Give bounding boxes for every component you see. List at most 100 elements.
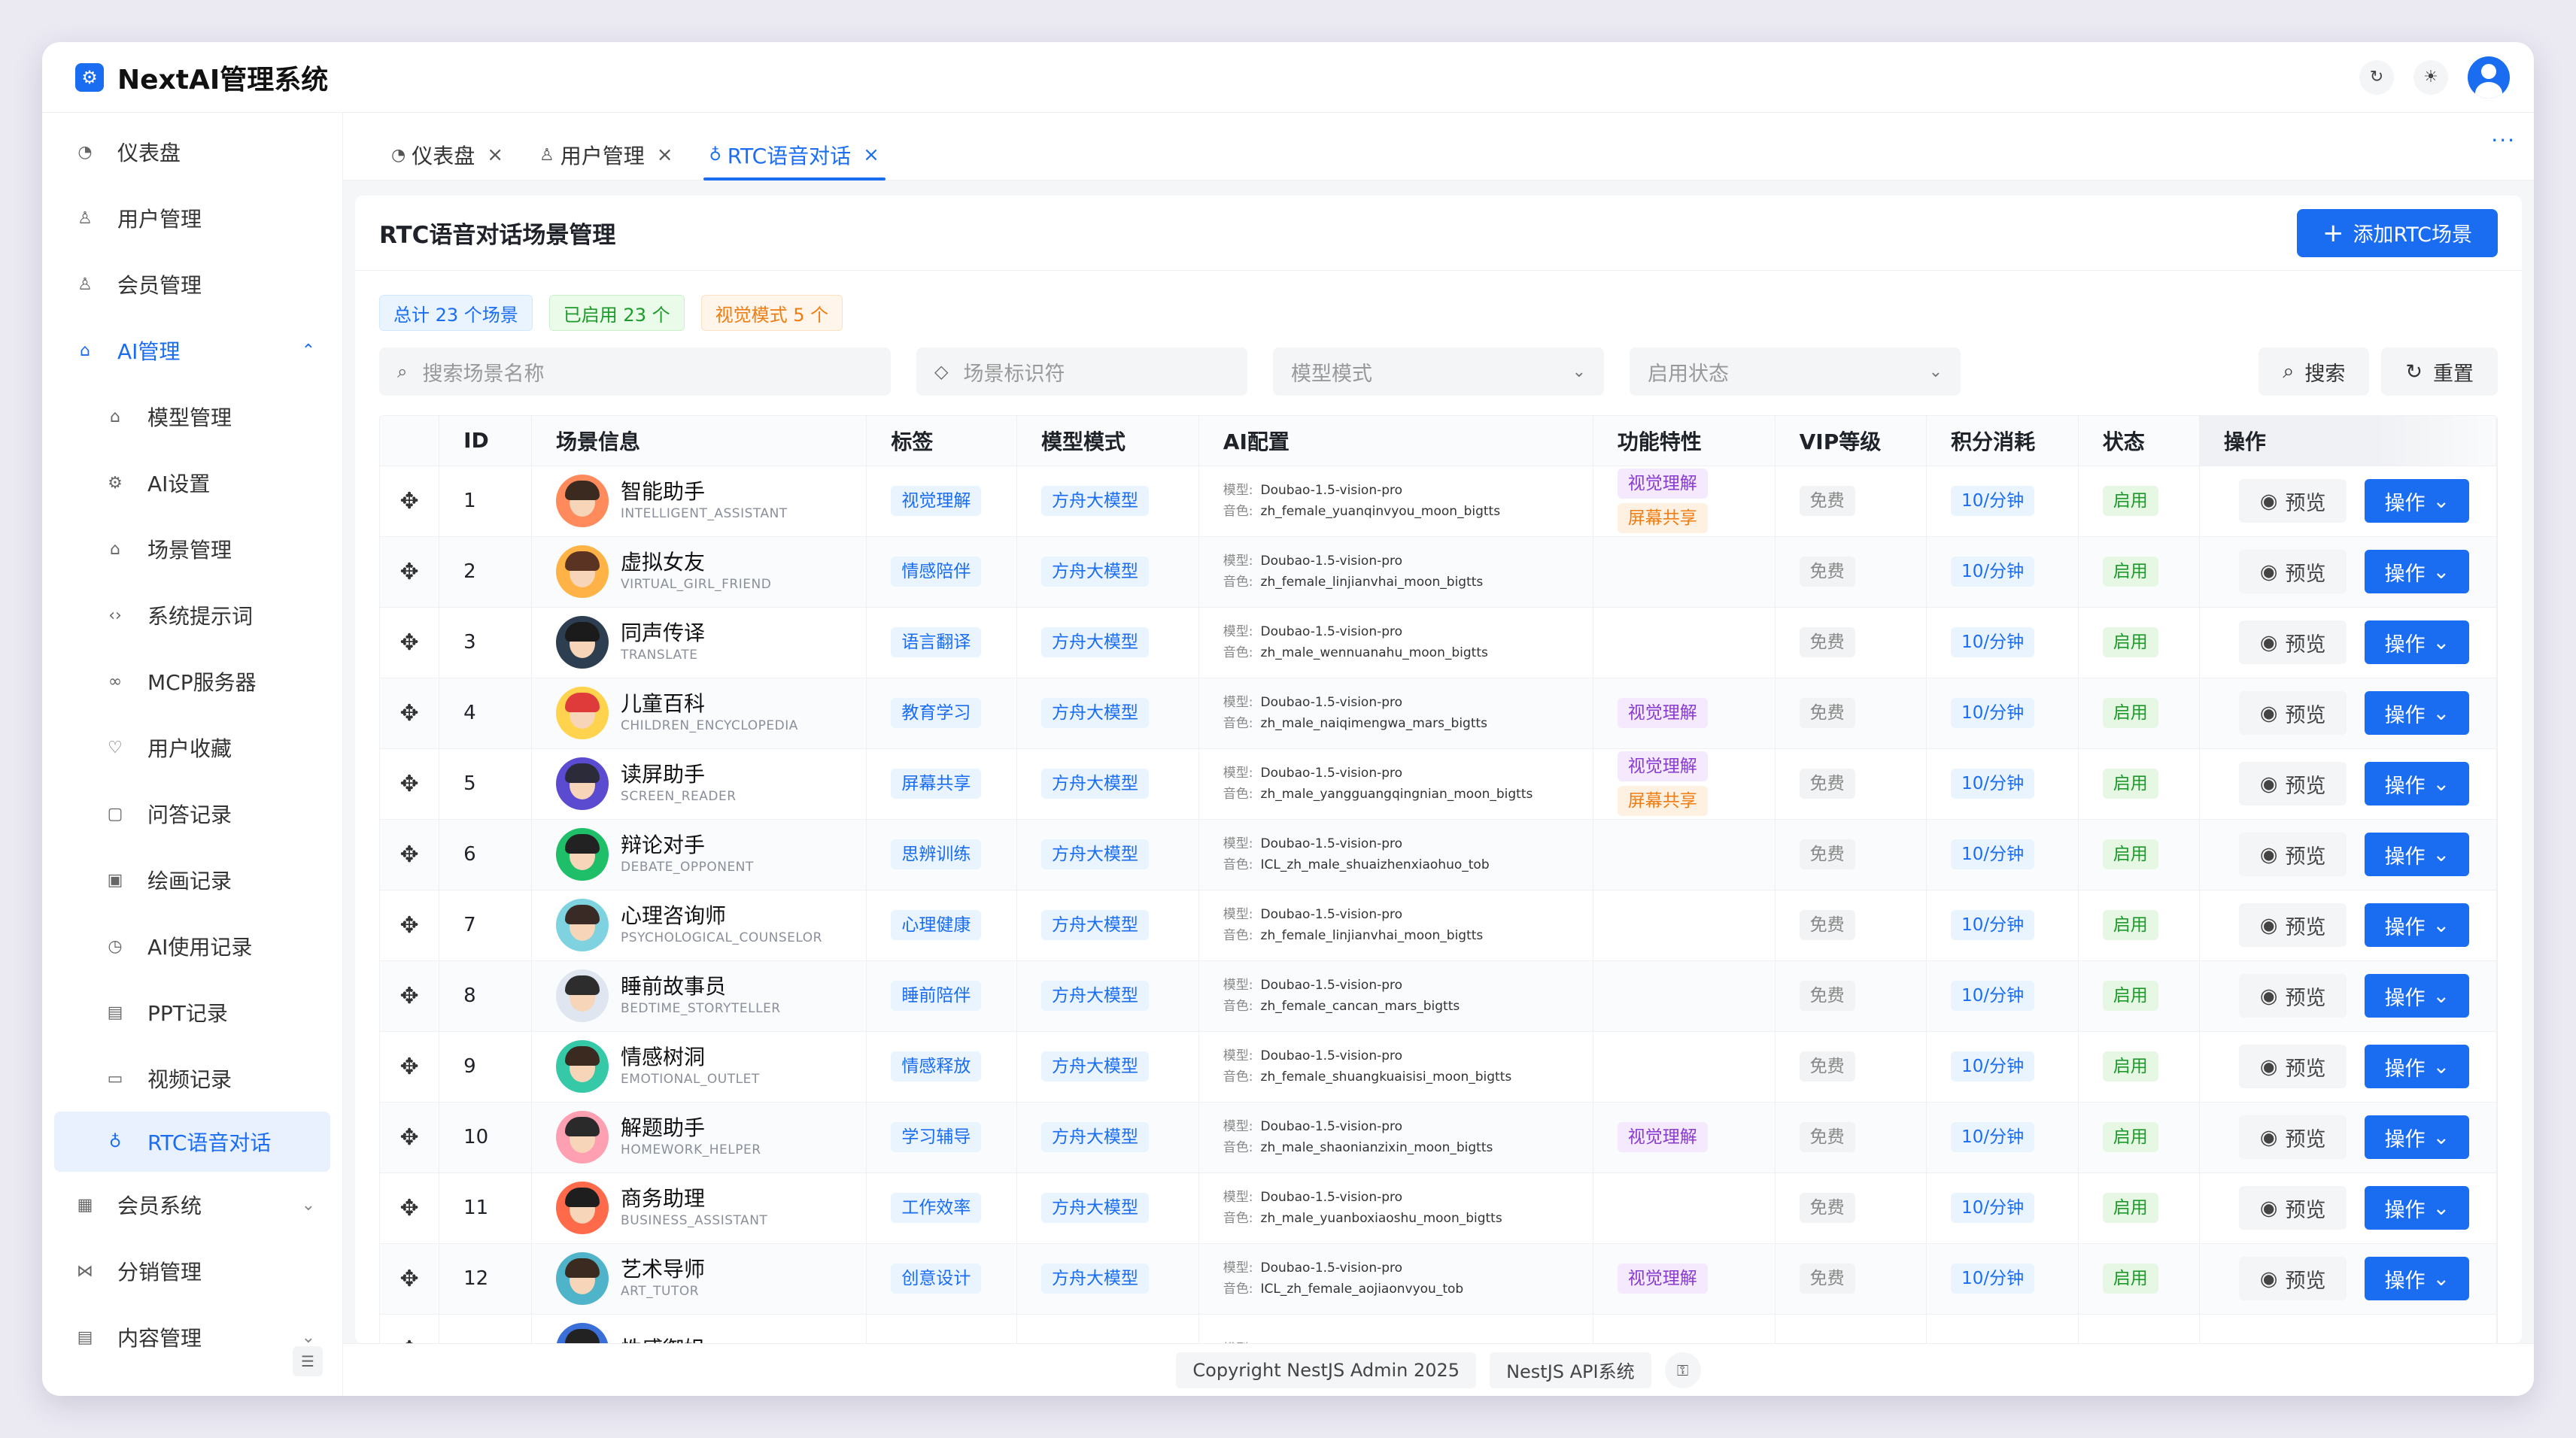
scene-info-cell: 心理咨询师 PSYCHOLOGICAL_COUNSELOR — [531, 890, 867, 961]
scene-info-cell: 儿童百科 CHILDREN_ENCYCLOPEDIA — [531, 678, 867, 749]
sidebar-item[interactable]: ▤ PPT记录 — [42, 979, 342, 1045]
add-rtc-scene-button[interactable]: + 添加RTC场景 — [2296, 208, 2498, 257]
sidebar-item[interactable]: ‹› 系统提示词 — [42, 582, 342, 648]
close-icon[interactable]: × — [657, 144, 673, 166]
action-dropdown-button[interactable]: 操作 ⌄ — [2365, 833, 2470, 876]
cost-badge: 10/分钟 — [1951, 486, 2035, 516]
ai-config-cell: 模型: Doubao-1.5-vision-pro 音色: zh_female_lin… — [1198, 890, 1593, 961]
refresh-icon[interactable]: ↻ — [2359, 59, 2394, 95]
sidebar-item[interactable]: ∞ MCP服务器 — [42, 648, 342, 714]
action-dropdown-button[interactable]: 操作 ⌄ — [2365, 1257, 2470, 1300]
model-mode-cell: 方舟大模型 — [1016, 890, 1199, 961]
sidebar-item[interactable]: ♙ 会员管理 — [42, 251, 342, 317]
sidebar-item[interactable]: ◔ 仪表盘 — [42, 119, 342, 185]
action-dropdown-button[interactable]: 操作 ⌄ — [2365, 620, 2470, 664]
preview-button[interactable]: ◉ 预览 — [2238, 1115, 2347, 1159]
cost-cell: 10/分钟 — [1926, 1173, 2079, 1244]
more-icon[interactable]: ··· — [2491, 128, 2516, 153]
preview-button[interactable]: ◉ 预览 — [2238, 762, 2347, 805]
drag-handle-icon[interactable]: ✥ — [380, 1173, 440, 1244]
preview-button[interactable]: ◉ 预览 — [2238, 1257, 2347, 1300]
eye-icon: ◉ — [2259, 630, 2278, 654]
scene-info: 儿童百科 CHILDREN_ENCYCLOPEDIA — [556, 687, 866, 739]
preview-button[interactable]: ◉ 预览 — [2238, 1186, 2347, 1230]
preview-button[interactable]: ◉ 预览 — [2238, 903, 2347, 947]
action-dropdown-button[interactable]: 操作 ⌄ — [2365, 479, 2470, 523]
sidebar-item[interactable]: ⌂ 模型管理 — [42, 384, 342, 450]
preview-button[interactable]: ◉ 预览 — [2238, 974, 2347, 1018]
vip-badge: 免费 — [1799, 486, 1855, 516]
sidebar-item[interactable]: ⚙ AI设置 — [42, 450, 342, 516]
action-dropdown-button[interactable]: 操作 ⌄ — [2365, 974, 2470, 1018]
theme-toggle-icon[interactable]: ☀ — [2413, 59, 2448, 95]
search-button[interactable]: ⌕ 搜索 — [2259, 347, 2370, 396]
feature-list: 视觉理解 屏幕共享 — [1617, 469, 1775, 533]
drag-handle-icon[interactable]: ✥ — [380, 819, 440, 890]
voice-config-key: 音色: — [1223, 716, 1253, 731]
tag-cell: 创意设计 — [866, 1243, 1017, 1315]
drag-handle-icon[interactable]: ✥ — [380, 678, 440, 749]
voice-config-line: 音色: ICL_zh_female_aojiaonvyou_tob — [1223, 1279, 1593, 1300]
sidebar-item[interactable]: ▢ 问答记录 — [42, 781, 342, 847]
action-dropdown-button[interactable]: 操作 ⌄ — [2365, 550, 2470, 593]
voice-config-value: zh_male_yuanboxiaoshu_moon_bigtts — [1260, 1211, 1502, 1226]
action-dropdown-button[interactable]: 操作 ⌄ — [2365, 1045, 2470, 1088]
sidebar-item[interactable]: ▦ 会员系统 ⌄ — [42, 1172, 342, 1238]
tab[interactable]: ◔ 仪表盘 × — [373, 130, 521, 180]
key-icon[interactable]: ⚿ — [1664, 1352, 1701, 1388]
preview-button[interactable]: ◉ 预览 — [2238, 833, 2347, 876]
cost-badge: 10/分钟 — [1951, 1051, 2035, 1082]
features-cell: 视觉理解 屏幕共享 — [1593, 466, 1776, 537]
drag-handle-icon[interactable]: ✥ — [380, 607, 440, 678]
sidebar-item[interactable]: ♁ RTC语音对话 — [54, 1112, 330, 1172]
user-avatar[interactable] — [2468, 56, 2510, 99]
action-dropdown-button[interactable]: 操作 ⌄ — [2365, 691, 2470, 735]
tab[interactable]: ♁ RTC语音对话 × — [691, 130, 898, 181]
model-mode-select[interactable]: 模型模式 ⌄ — [1273, 347, 1604, 396]
model-config-key: 模型: — [1223, 1261, 1253, 1276]
preview-button[interactable]: ◉ 预览 — [2238, 691, 2347, 735]
reset-button[interactable]: ↻ 重置 — [2381, 347, 2498, 396]
total-stat-badge: 总计 23 个场景 — [379, 295, 533, 331]
vip-badge: 免费 — [1799, 698, 1855, 728]
action-dropdown-button[interactable]: 操作 ⌄ — [2365, 1115, 2470, 1159]
preview-button[interactable]: ◉ 预览 — [2238, 550, 2347, 593]
collapse-sidebar-icon[interactable]: ☰ — [293, 1346, 323, 1376]
sidebar-item[interactable]: ▣ 绘画记录 — [42, 847, 342, 913]
actions-cell: ◉ 预览 操作 ⌄ — [2199, 748, 2497, 820]
drag-handle-icon[interactable]: ✥ — [380, 1243, 440, 1315]
drag-handle-icon[interactable]: ✥ — [380, 748, 440, 820]
drag-handle-icon[interactable]: ✥ — [380, 1314, 440, 1343]
sidebar-item-label: 视频记录 — [147, 1067, 232, 1092]
drag-handle-icon[interactable]: ✥ — [380, 536, 440, 608]
sidebar-item[interactable]: ⋈ 分销管理 — [42, 1238, 342, 1304]
scene-name-search-input[interactable]: ⌕ 搜索场景名称 — [379, 347, 891, 396]
drag-handle-icon[interactable]: ✥ — [380, 1102, 440, 1173]
close-icon[interactable]: × — [863, 144, 879, 166]
drag-handle-icon[interactable]: ✥ — [380, 890, 440, 961]
sidebar-item[interactable]: ♙ 用户管理 — [42, 185, 342, 251]
tab[interactable]: ♙ 用户管理 × — [521, 130, 691, 180]
drag-handle-icon[interactable]: ✥ — [380, 960, 440, 1032]
scene-id-input[interactable]: ◇ 场景标识符 — [916, 347, 1247, 396]
preview-button[interactable]: ◉ 预览 — [2238, 1045, 2347, 1088]
copyright-chip: Copyright NestJS Admin 2025 — [1176, 1352, 1477, 1388]
sidebar-item[interactable]: ⌂ AI管理 ⌃ — [42, 317, 342, 384]
voice-config-line: 音色: zh_female_shuangkuaisisi_moon_bigtts — [1223, 1066, 1593, 1088]
action-dropdown-button[interactable]: 操作 ⌄ — [2365, 762, 2470, 805]
tag-cell: 屏幕共享 — [866, 748, 1017, 820]
action-dropdown-button[interactable]: 操作 ⌄ — [2365, 903, 2470, 947]
close-icon[interactable]: × — [487, 144, 503, 166]
action-dropdown-button[interactable]: 操作 ⌄ — [2365, 1186, 2470, 1230]
sidebar-item[interactable]: ♡ 用户收藏 — [42, 714, 342, 781]
preview-button[interactable]: ◉ 预览 — [2238, 620, 2347, 664]
sidebar-item[interactable]: ▭ 视频记录 — [42, 1045, 342, 1112]
api-link[interactable]: NestJS API系统 — [1490, 1352, 1651, 1388]
drag-handle-icon[interactable]: ✥ — [380, 466, 440, 537]
sidebar-item[interactable]: ⌂ 场景管理 — [42, 516, 342, 582]
status-select[interactable]: 启用状态 ⌄ — [1630, 347, 1961, 396]
drag-handle-icon[interactable]: ✥ — [380, 1031, 440, 1103]
sidebar-item-label: 内容管理 — [117, 1326, 202, 1351]
preview-button[interactable]: ◉ 预览 — [2238, 479, 2347, 523]
sidebar-item[interactable]: ◷ AI使用记录 — [42, 913, 342, 979]
